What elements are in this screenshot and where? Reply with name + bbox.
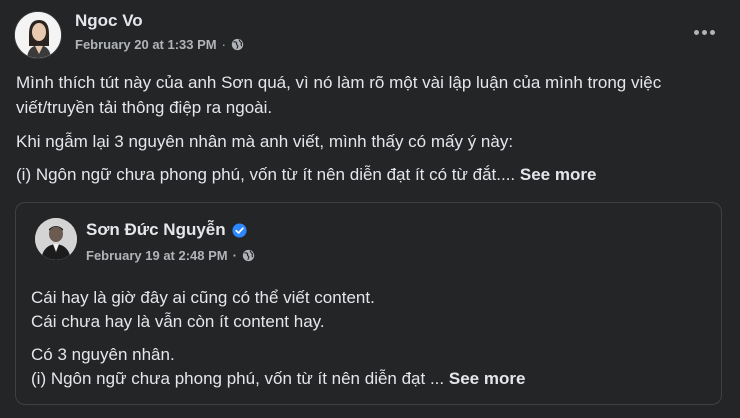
post-paragraph-3: (i) Ngôn ngữ chưa phong phú, vốn từ ít n… [16, 162, 716, 187]
post-meta: February 20 at 1:33 PM · [75, 37, 244, 52]
shared-line-3: Có 3 nguyên nhân. [31, 345, 175, 364]
facebook-post: Ngoc Vo February 20 at 1:33 PM · Mình th… [0, 0, 740, 418]
shared-author-name-row: Sơn Đức Nguyễn [86, 220, 247, 240]
post-paragraph-1: Mình thích tút này của anh Sơn quá, vì n… [16, 73, 662, 117]
shared-line-1: Cái hay là giờ đây ai cũng có thể viết c… [31, 288, 375, 307]
more-options-button[interactable] [686, 14, 722, 50]
shared-author-avatar[interactable] [35, 218, 77, 260]
verified-badge-icon [232, 222, 247, 238]
shared-line-4: (i) Ngôn ngữ chưa phong phú, vốn từ ít n… [31, 367, 711, 391]
post-paragraph-3-text: (i) Ngôn ngữ chưa phong phú, vốn từ ít n… [16, 165, 516, 184]
more-horizontal-icon [693, 29, 699, 35]
shared-post-card[interactable]: Sơn Đức Nguyễn February 19 at 2:48 PM · … [15, 202, 722, 405]
shared-line-4-text: (i) Ngôn ngữ chưa phong phú, vốn từ ít n… [31, 369, 445, 388]
globe-icon[interactable] [231, 38, 244, 51]
meta-separator: · [221, 37, 226, 52]
globe-icon[interactable] [242, 249, 255, 262]
author-name[interactable]: Ngoc Vo [75, 11, 143, 31]
post-paragraph-2: Khi ngẫm lại 3 nguyên nhân mà anh viết, … [16, 132, 514, 151]
shared-line-2: Cái chưa hay là vẫn còn ít content hay. [31, 312, 325, 331]
shared-author-name[interactable]: Sơn Đức Nguyễn [86, 220, 226, 240]
shared-see-more-link[interactable]: See more [449, 369, 526, 388]
shared-post-timestamp[interactable]: February 19 at 2:48 PM [86, 248, 228, 263]
see-more-link[interactable]: See more [520, 165, 597, 184]
author-avatar[interactable] [14, 11, 62, 59]
shared-meta-separator: · [232, 248, 237, 263]
post-timestamp[interactable]: February 20 at 1:33 PM [75, 37, 217, 52]
shared-post-meta: February 19 at 2:48 PM · [86, 248, 255, 263]
